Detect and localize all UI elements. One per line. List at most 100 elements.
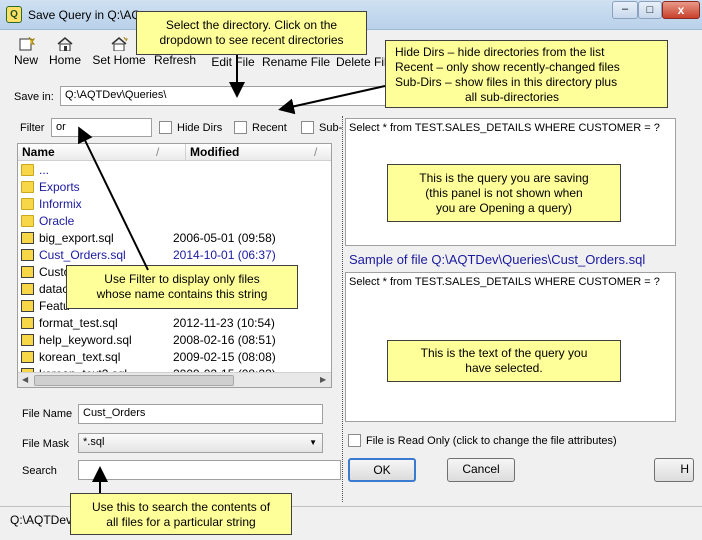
- toolbar-set-home-label: Set Home: [92, 53, 146, 67]
- save-in-label: Save in:: [14, 91, 54, 103]
- folder-row[interactable]: Exports: [18, 179, 316, 196]
- folder-icon: [21, 215, 34, 227]
- callout-filter-line1: Use Filter to display only files: [104, 272, 260, 286]
- status-text: Q:\AQTDev: [10, 513, 73, 527]
- sql-file-icon: [21, 334, 34, 346]
- home-icon: [57, 37, 73, 51]
- callout-selected: This is the text of the query you have s…: [387, 340, 621, 382]
- file-name-label: File Name: [22, 408, 73, 420]
- folder-name: ...: [39, 163, 50, 177]
- callout-saving-line2: (this panel is not shown when: [425, 186, 583, 200]
- sql-file-icon: [21, 232, 34, 244]
- file-name: Cust_Orders.sql: [39, 248, 126, 262]
- folder-name: Informix: [39, 197, 82, 211]
- file-row[interactable]: korean_text.sql 2009-02-15 (08:08): [18, 349, 316, 366]
- save-in-combo[interactable]: Q:\AQTDev\Queries\: [60, 86, 390, 106]
- minimize-button[interactable]: ‒: [612, 1, 638, 19]
- column-header-modified-text: Modified: [190, 145, 240, 159]
- column-divider-icon: /: [156, 145, 160, 159]
- folder-name: Oracle: [39, 214, 75, 228]
- search-label: Search: [22, 465, 57, 477]
- sql-file-icon: [21, 351, 34, 363]
- window-title: Save Query in Q:\AQ: [28, 8, 141, 22]
- read-only-checkbox[interactable]: [348, 434, 361, 447]
- new-file-icon: [19, 37, 35, 51]
- callout-filter: Use Filter to display only files whose n…: [66, 265, 298, 309]
- file-modified: 2012-11-23 (10:54): [173, 316, 275, 330]
- search-input[interactable]: [78, 460, 341, 480]
- app-icon: Q: [6, 6, 22, 23]
- callout-saving-line1: This is the query you are saving: [419, 171, 589, 185]
- toolbar-home-button[interactable]: Home: [46, 32, 84, 68]
- callout-selected-line1: This is the text of the query you: [420, 346, 588, 360]
- close-button[interactable]: x: [662, 1, 700, 19]
- recent-checkbox[interactable]: [234, 121, 247, 134]
- callout-directory-line2: dropdown to see recent directories: [159, 33, 344, 47]
- horizontal-scroll-thumb[interactable]: [34, 375, 234, 386]
- toolbar-home-label: Home: [48, 53, 81, 67]
- file-mask-value: *.sql: [83, 436, 105, 448]
- folder-row[interactable]: ...: [18, 162, 316, 179]
- callout-search-line1: Use this to search the contents of: [91, 500, 271, 514]
- file-modified: 2006-05-01 (09:58): [173, 231, 276, 245]
- file-row[interactable]: big_export.sql 2006-05-01 (09:58): [18, 230, 316, 247]
- column-header-name-text: Name: [22, 145, 55, 159]
- ok-button[interactable]: OK: [348, 458, 416, 482]
- set-home-icon: [111, 37, 128, 51]
- toolbar-delete-file-label: Delete Fil: [336, 55, 387, 69]
- sql-file-icon: [21, 317, 34, 329]
- folder-row[interactable]: Informix: [18, 196, 316, 213]
- callout-directory: Select the directory. Click on the dropd…: [136, 11, 367, 55]
- callout-saving-line3: you are Opening a query): [435, 201, 573, 215]
- hide-dirs-label: Hide Dirs: [177, 122, 223, 134]
- file-mask-label: File Mask: [22, 438, 70, 450]
- column-divider-icon: /: [314, 145, 318, 159]
- file-row[interactable]: Cust_Orders.sql 2014-10-01 (06:37): [18, 247, 316, 264]
- file-name: format_test.sql: [39, 316, 118, 330]
- sql-file-icon: [21, 266, 34, 278]
- filter-label: Filter: [20, 122, 45, 134]
- sub-dirs-checkbox[interactable]: [301, 121, 314, 134]
- folder-name: Exports: [39, 180, 80, 194]
- dropdown-arrow-icon: ▼: [309, 438, 317, 447]
- scroll-right-icon[interactable]: ▶: [320, 375, 326, 384]
- file-row[interactable]: help_keyword.sql 2008-02-16 (08:51): [18, 332, 316, 349]
- callout-filter-line2: whose name contains this string: [96, 287, 268, 301]
- panel-divider[interactable]: [342, 116, 343, 502]
- file-name-input[interactable]: Cust_Orders: [78, 404, 323, 424]
- callout-dirs-options: Hide Dirs – hide directories from the li…: [385, 40, 668, 108]
- file-modified: 2009-02-15 (08:08): [173, 350, 276, 364]
- folder-row[interactable]: Oracle: [18, 213, 316, 230]
- scroll-left-icon[interactable]: ◀: [22, 375, 28, 384]
- column-header-name[interactable]: Name /: [18, 144, 185, 161]
- filter-input[interactable]: or: [51, 118, 152, 137]
- horizontal-scrollbar[interactable]: ◀ ▶: [18, 372, 331, 387]
- file-mask-select[interactable]: *.sql ▼: [78, 433, 323, 453]
- toolbar-new-button[interactable]: New: [10, 32, 42, 68]
- callout-dirs-line3: Sub-Dirs – show files in this directory …: [395, 75, 618, 89]
- callout-directory-line1: Select the directory. Click on the: [165, 18, 338, 32]
- file-row[interactable]: format_test.sql 2012-11-23 (10:54): [18, 315, 316, 332]
- toolbar-refresh-label: Refresh: [153, 53, 197, 67]
- toolbar-rename-file-label: Rename File: [262, 55, 331, 69]
- toolbar-edit-file-label: Edit File: [211, 55, 255, 69]
- callout-search: Use this to search the contents of all f…: [70, 493, 292, 535]
- file-name: big_export.sql: [39, 231, 114, 245]
- file-name: korean_text.sql: [39, 350, 121, 364]
- hide-dirs-checkbox[interactable]: [159, 121, 172, 134]
- folder-icon: [21, 164, 34, 176]
- callout-dirs-line1: Hide Dirs – hide directories from the li…: [395, 45, 605, 59]
- callout-selected-line2: have selected.: [465, 361, 543, 375]
- help-button[interactable]: H: [654, 458, 694, 482]
- recent-label: Recent: [252, 122, 287, 134]
- sql-file-icon: [21, 300, 34, 312]
- read-only-label: File is Read Only (click to change the f…: [366, 435, 617, 447]
- cancel-button[interactable]: Cancel: [447, 458, 515, 482]
- callout-dirs-line2: Recent – only show recently-changed file…: [395, 60, 620, 74]
- maximize-button[interactable]: □: [638, 1, 662, 19]
- callout-dirs-line4: all sub-directories: [465, 90, 560, 104]
- sample-label: Sample of file Q:\AQTDev\Queries\Cust_Or…: [349, 252, 646, 267]
- sql-file-icon: [21, 249, 34, 261]
- file-modified: 2014-10-01 (06:37): [173, 248, 276, 262]
- column-header-modified[interactable]: Modified /: [185, 144, 331, 161]
